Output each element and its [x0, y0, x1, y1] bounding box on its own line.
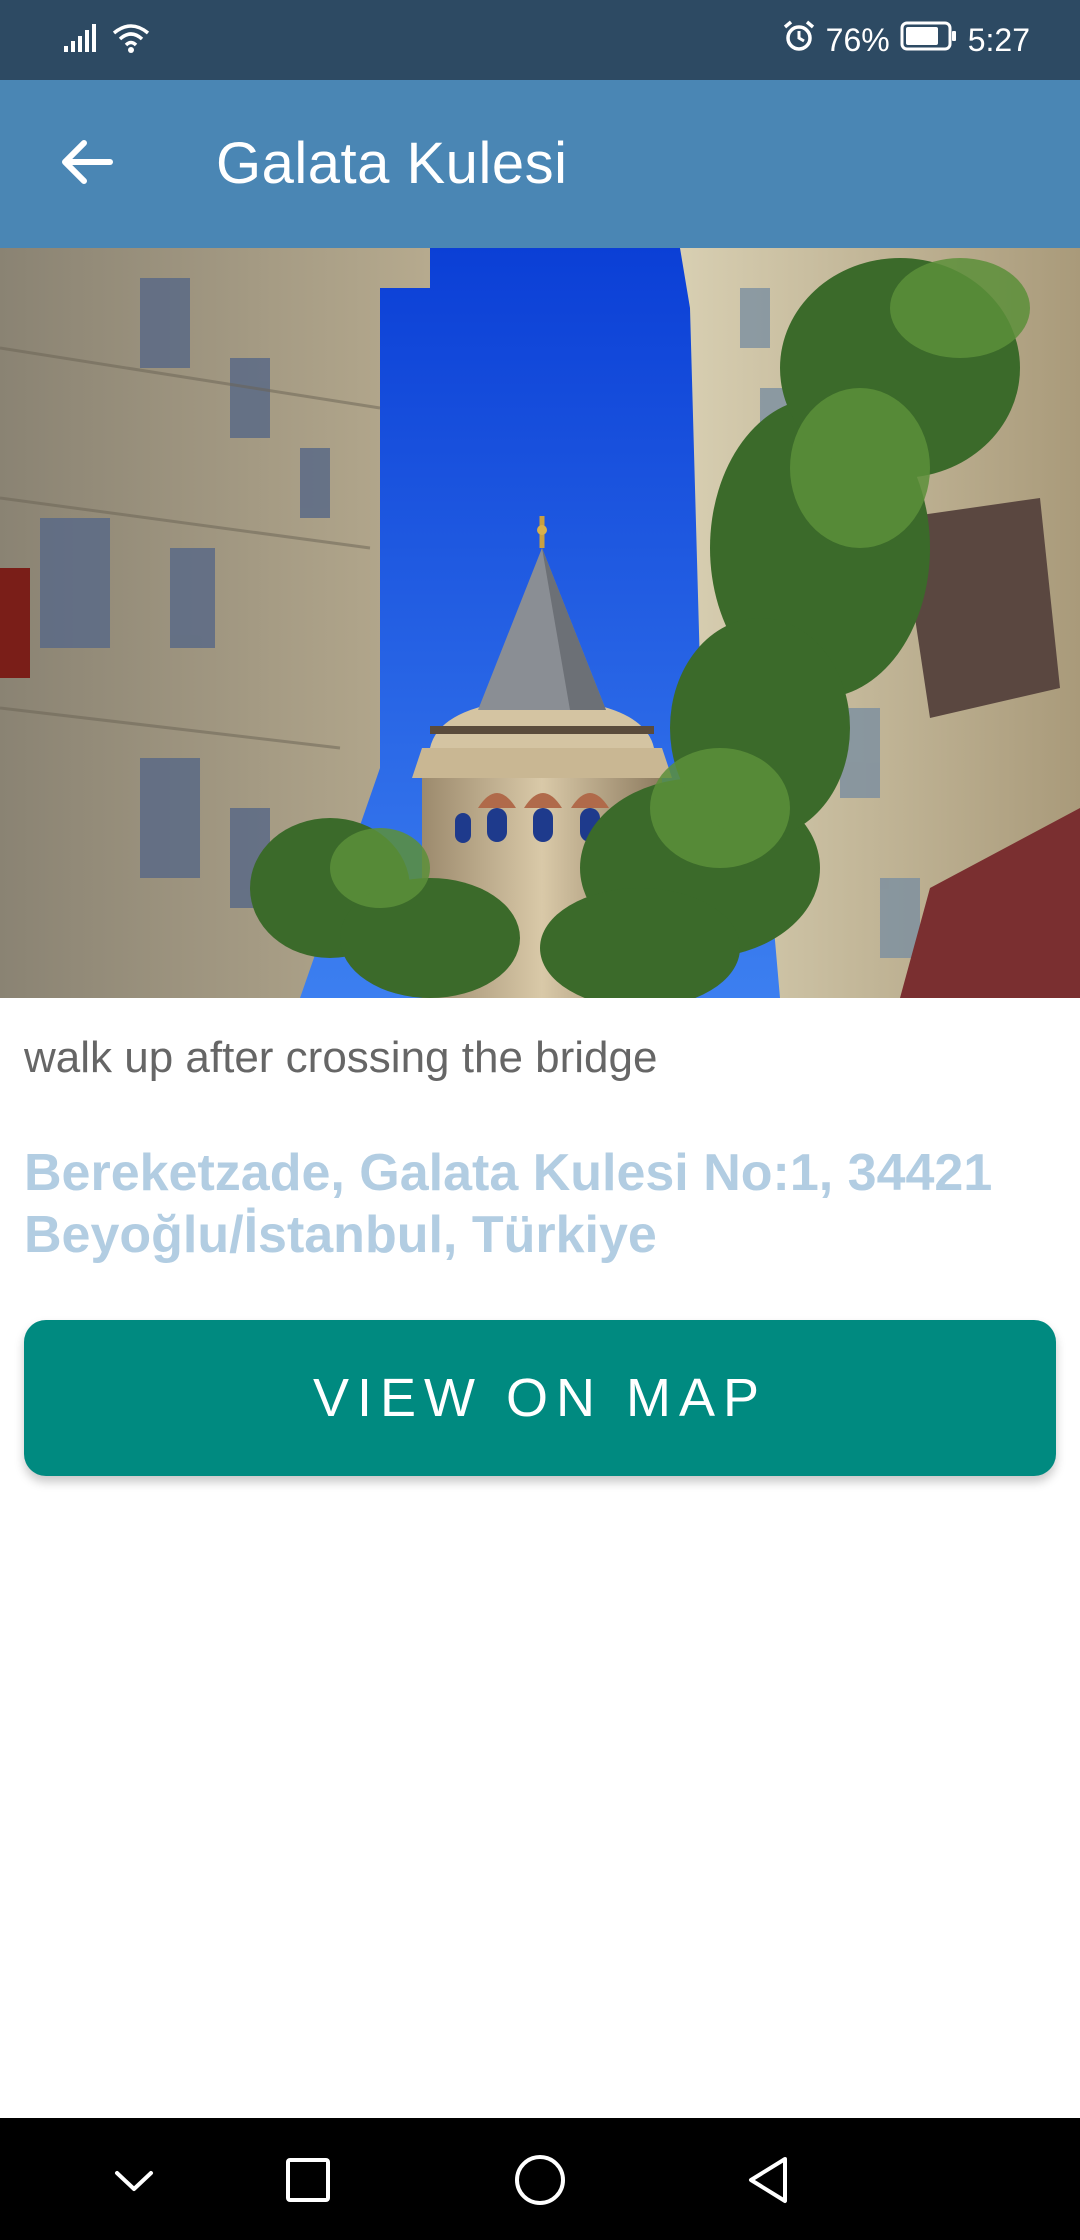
- battery-icon: [900, 21, 958, 59]
- status-bar: 76% 5:27: [0, 0, 1080, 80]
- back-button[interactable]: [48, 124, 128, 204]
- battery-percent: 76%: [825, 21, 890, 58]
- page-title: Galata Kulesi: [216, 131, 568, 196]
- galata-tower-photo: [0, 248, 1080, 998]
- arrow-left-icon: [60, 137, 116, 192]
- app-bar: Galata Kulesi: [0, 80, 1080, 248]
- system-nav-bar: [0, 2118, 1080, 2240]
- alarm-icon: [782, 19, 816, 61]
- view-on-map-button[interactable]: VIEW ON MAP: [24, 1320, 1056, 1476]
- place-address: Bereketzade, Galata Kulesi No:1, 34421 B…: [24, 1144, 993, 1264]
- triangle-back-icon[interactable]: [736, 2148, 800, 2212]
- wifi-icon: [112, 23, 150, 58]
- circle-icon[interactable]: [508, 2148, 572, 2212]
- place-description: walk up after crossing the bridge: [24, 1033, 658, 1082]
- square-icon[interactable]: [276, 2148, 340, 2212]
- signal-icon: [64, 23, 100, 57]
- status-left: [64, 18, 150, 62]
- status-time: 5:27: [967, 21, 1030, 58]
- chevron-down-icon[interactable]: [102, 2148, 166, 2212]
- status-right: 76% 5:27: [782, 16, 1030, 64]
